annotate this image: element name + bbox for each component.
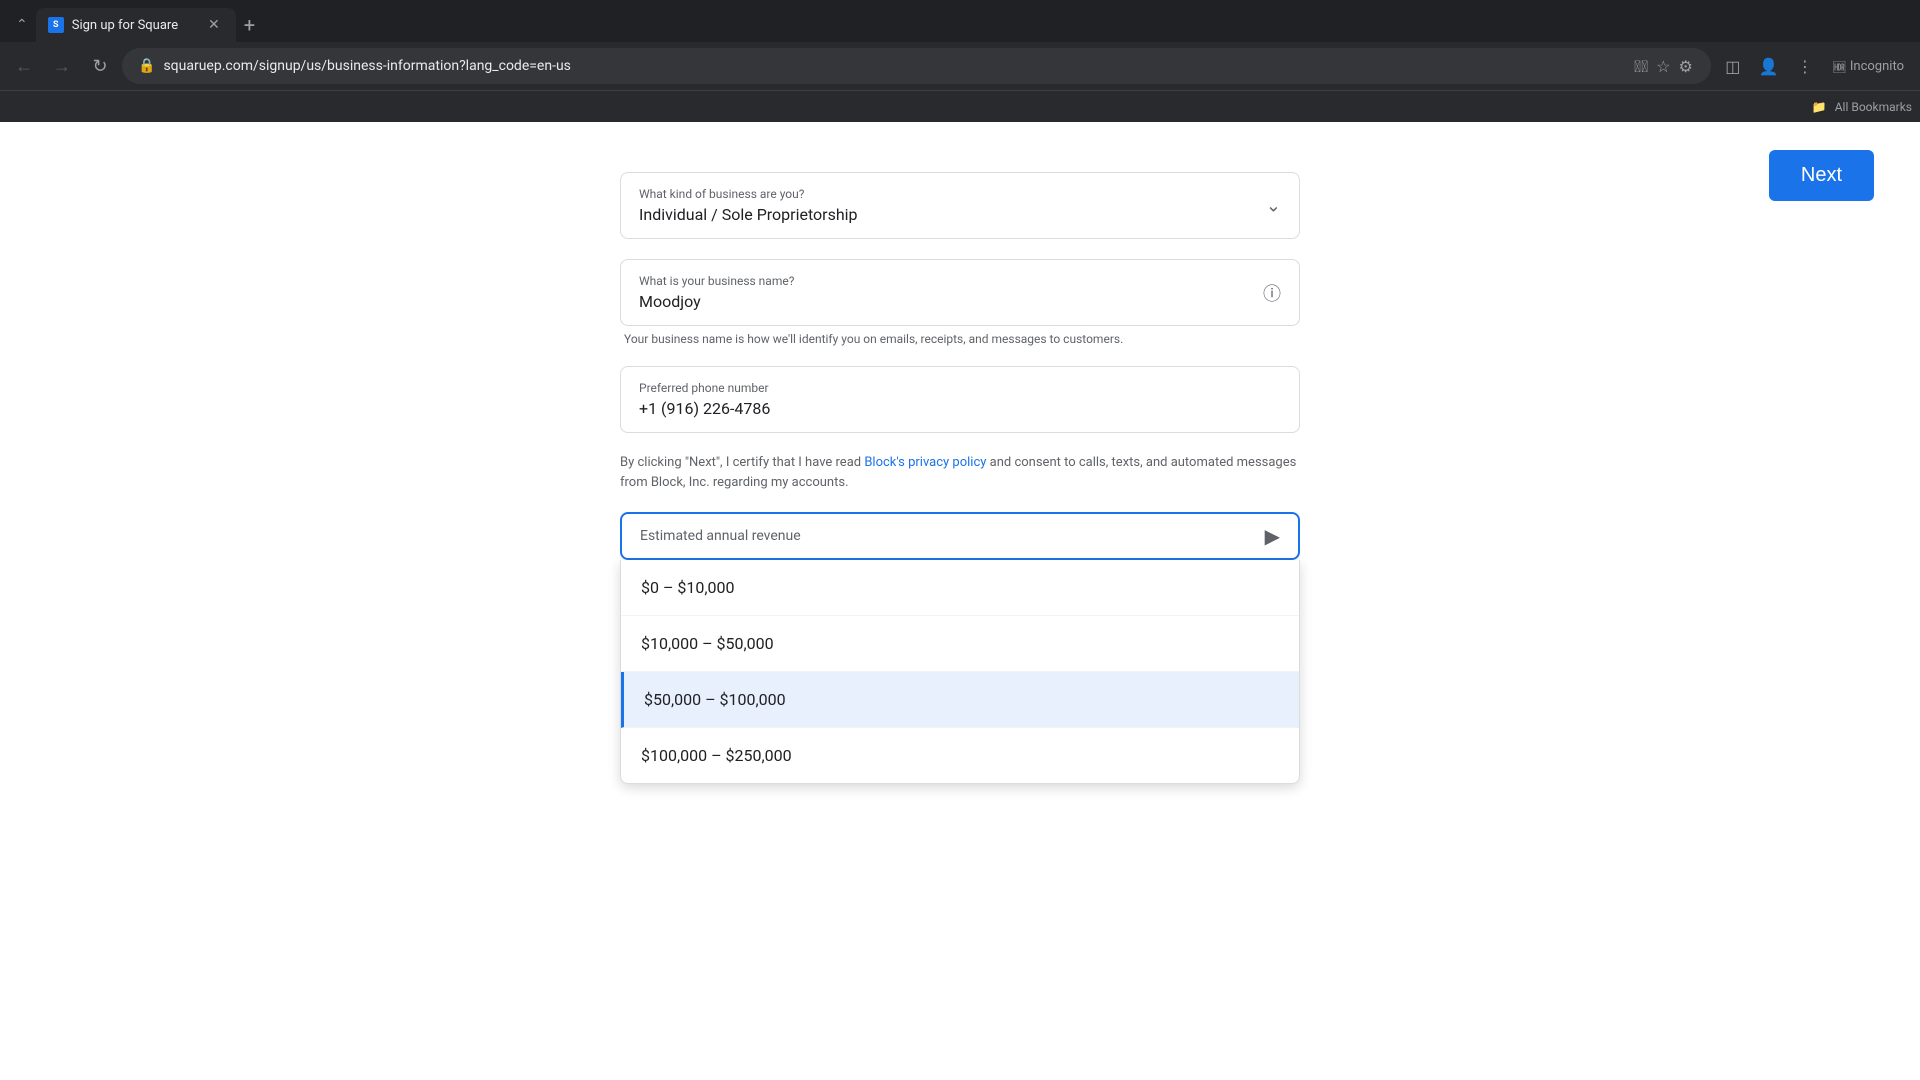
business-name-label: What is your business name? bbox=[639, 274, 1281, 288]
privacy-notice: By clicking "Next", I certify that I hav… bbox=[620, 453, 1300, 492]
eye-off-icon: 👁⃠ bbox=[1632, 55, 1650, 78]
back-button[interactable]: ← bbox=[8, 50, 40, 82]
incognito-label: Incognito bbox=[1850, 59, 1904, 74]
phone-label: Preferred phone number bbox=[639, 381, 1281, 395]
profile-button[interactable]: 👤 bbox=[1753, 50, 1785, 82]
next-button[interactable]: Next bbox=[1769, 150, 1874, 201]
url-display: squaruep.com/signup/us/business-informat… bbox=[163, 58, 1624, 74]
page-content: Next What kind of business are you? Indi… bbox=[0, 122, 1920, 1080]
forward-button[interactable]: → bbox=[46, 50, 78, 82]
incognito-icon: 🆧 bbox=[1833, 57, 1846, 76]
all-bookmarks-label: All Bookmarks bbox=[1835, 100, 1912, 114]
phone-value: +1 (916) 226-4786 bbox=[639, 399, 1281, 418]
new-tab-button[interactable]: + bbox=[236, 9, 263, 41]
phone-field[interactable]: Preferred phone number +1 (916) 226-4786 bbox=[620, 366, 1300, 433]
lock-icon: 🔒 bbox=[138, 58, 155, 74]
revenue-option-1[interactable]: $0 – $10,000 bbox=[621, 560, 1299, 616]
bookmarks-folder-icon: 📁 bbox=[1812, 100, 1827, 114]
revenue-dropdown-list[interactable]: $0 – $10,000 $10,000 – $50,000 $50,000 –… bbox=[620, 560, 1300, 784]
extensions-button[interactable]: ◫ bbox=[1717, 50, 1749, 82]
extension-icon[interactable]: ⚙ bbox=[1677, 55, 1695, 78]
browser-chrome: ⌃ S Sign up for Square ✕ + ← → ↻ 🔒 squar… bbox=[0, 0, 1920, 122]
bookmark-icon[interactable]: ☆ bbox=[1654, 55, 1672, 78]
tab-bar: ⌃ S Sign up for Square ✕ + bbox=[0, 0, 1920, 42]
reload-button[interactable]: ↻ bbox=[84, 50, 116, 82]
tab-title: Sign up for Square bbox=[72, 18, 196, 33]
revenue-field[interactable]: Estimated annual revenue ▶ bbox=[620, 512, 1300, 560]
active-tab[interactable]: S Sign up for Square ✕ bbox=[36, 8, 236, 42]
tab-favicon: S bbox=[48, 17, 64, 33]
info-icon: ⓘ bbox=[1263, 280, 1281, 306]
business-type-label: What kind of business are you? bbox=[639, 187, 1281, 201]
chevron-down-icon: ⌄ bbox=[1266, 195, 1281, 216]
nav-bar: ← → ↻ 🔒 squaruep.com/signup/us/business-… bbox=[0, 42, 1920, 90]
business-type-value: Individual / Sole Proprietorship bbox=[639, 205, 1281, 224]
address-bar[interactable]: 🔒 squaruep.com/signup/us/business-inform… bbox=[122, 48, 1711, 84]
revenue-option-3[interactable]: $50,000 – $100,000 bbox=[621, 672, 1299, 728]
business-name-helper: Your business name is how we'll identify… bbox=[620, 332, 1300, 346]
cursor-icon: ▶ bbox=[1265, 524, 1280, 548]
revenue-option-2[interactable]: $10,000 – $50,000 bbox=[621, 616, 1299, 672]
privacy-text-before: By clicking "Next", I certify that I hav… bbox=[620, 455, 864, 470]
business-name-field[interactable]: What is your business name? Moodjoy ⓘ bbox=[620, 259, 1300, 326]
tab-arrow[interactable]: ⌃ bbox=[8, 13, 36, 37]
revenue-option-4[interactable]: $100,000 – $250,000 bbox=[621, 728, 1299, 783]
form-area: What kind of business are you? Individua… bbox=[600, 122, 1320, 804]
business-type-field[interactable]: What kind of business are you? Individua… bbox=[620, 172, 1300, 239]
revenue-label: Estimated annual revenue bbox=[640, 528, 1280, 544]
privacy-policy-link[interactable]: Block's privacy policy bbox=[864, 455, 986, 470]
settings-button[interactable]: ⋮ bbox=[1789, 50, 1821, 82]
business-name-value: Moodjoy bbox=[639, 292, 1281, 311]
tab-close-button[interactable]: ✕ bbox=[204, 15, 224, 35]
incognito-indicator: 🆧 Incognito bbox=[1825, 53, 1912, 80]
bookmarks-bar: 📁 All Bookmarks bbox=[0, 90, 1920, 122]
revenue-dropdown: $0 – $10,000 $10,000 – $50,000 $50,000 –… bbox=[620, 560, 1300, 784]
